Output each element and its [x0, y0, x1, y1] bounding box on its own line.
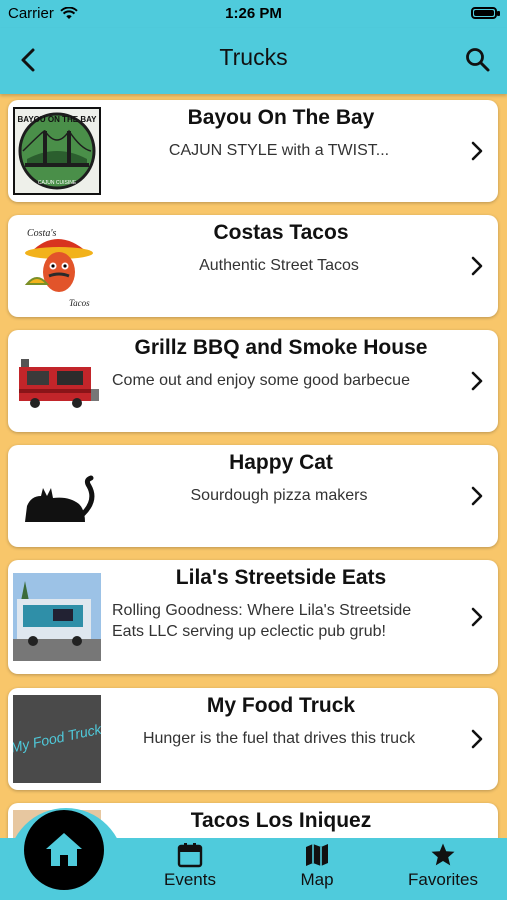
tab-events-label: Events [164, 870, 216, 889]
my-food-truck-logo-image: My Food Truck [13, 695, 101, 783]
chevron-right-icon [471, 371, 483, 391]
bayou-logo-image: BAYOU ON THE BAY CAJUN CUISINE [13, 107, 101, 195]
truck-name: Tacos Los Iniquez [190, 809, 372, 832]
truck-name: Costas Tacos [213, 221, 349, 244]
chevron-right-icon [471, 729, 483, 749]
lilas-truck-image [13, 573, 101, 661]
tab-map-label: Map [300, 870, 334, 889]
chevron-right-icon [471, 486, 483, 506]
home-icon [46, 833, 82, 866]
navigation-bar: Trucks [0, 28, 507, 94]
truck-description: Come out and enjoy some good barbecue [112, 372, 410, 389]
home-tab-button[interactable] [24, 810, 104, 890]
star-icon [431, 843, 455, 866]
truck-name: Happy Cat [229, 451, 333, 474]
tab-favorites[interactable]: Favorites [393, 842, 493, 890]
truck-card-costas-tacos[interactable]: Costa's Tacos Costas Tacos Authentic Str… [8, 215, 498, 317]
grillz-bbq-truck-image [13, 337, 101, 425]
costas-tacos-logo-image: Costa's Tacos [13, 222, 101, 310]
bayou-logo-text: BAYOU ON THE BAY [18, 115, 98, 124]
truck-card-grillz-bbq[interactable]: Grillz BBQ and Smoke House Come out and … [8, 330, 498, 432]
page-title: Trucks [219, 44, 288, 70]
truck-description: CAJUN STYLE with a TWIST... [168, 142, 390, 159]
truck-description: Hunger is the fuel that drives this truc… [142, 730, 416, 747]
costas-logo-text: Costa's [27, 228, 56, 239]
chevron-right-icon [471, 256, 483, 276]
status-bar: Carrier 1:26 PM [0, 0, 507, 28]
tab-favorites-label: Favorites [408, 870, 478, 889]
tab-events[interactable]: Events [140, 842, 240, 890]
truck-card-lilas-streetside-eats[interactable]: Lila's Streetside Eats Rolling Goodness:… [8, 560, 498, 674]
truck-name: Lila's Streetside Eats [175, 566, 387, 589]
costas-logo-subtext: Tacos [69, 298, 90, 308]
search-button[interactable] [463, 44, 493, 76]
truck-name: My Food Truck [206, 694, 356, 717]
status-time: 1:26 PM [225, 5, 282, 22]
truck-card-my-food-truck[interactable]: My Food Truck My Food Truck Hunger is th… [8, 688, 498, 790]
tab-map[interactable]: Map [267, 842, 367, 890]
map-icon [306, 844, 328, 866]
bayou-logo-subtext: CAJUN CUISINE [38, 180, 77, 186]
truck-description: Rolling Goodness: Where Lila's Streetsid… [112, 602, 412, 640]
happy-cat-logo-image [13, 452, 101, 540]
truck-description: Authentic Street Tacos [199, 257, 359, 274]
truck-name: Grillz BBQ and Smoke House [134, 336, 428, 359]
truck-name: Bayou On The Bay [187, 106, 375, 129]
calendar-icon [177, 843, 203, 868]
truck-description: Sourdough pizza makers [190, 487, 368, 504]
battery-icon [471, 7, 500, 19]
chevron-right-icon [471, 607, 483, 627]
chevron-right-icon [471, 141, 483, 161]
truck-card-bayou-on-the-bay[interactable]: BAYOU ON THE BAY CAJUN CUISINE Bayou On … [8, 100, 498, 202]
truck-card-happy-cat[interactable]: Happy Cat Sourdough pizza makers [8, 445, 498, 547]
truck-list: BAYOU ON THE BAY CAJUN CUISINE Bayou On … [0, 94, 507, 838]
